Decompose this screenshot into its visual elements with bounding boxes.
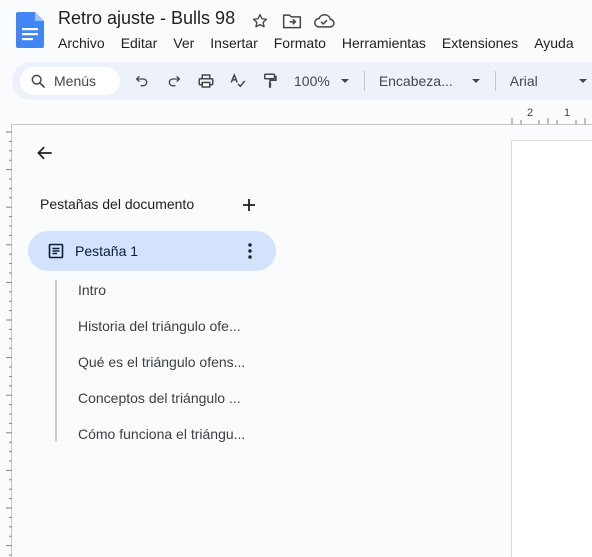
tabs-panel-heading: Pestañas del documento — [40, 196, 195, 212]
paint-format-icon — [264, 73, 277, 88]
paragraph-style-select[interactable]: Encabeza... — [371, 67, 489, 95]
outline-item[interactable]: Conceptos del triángulo ... — [78, 388, 245, 424]
undo-button[interactable] — [126, 67, 158, 95]
toolbar: Menús 100% Encabeza... Arial — [12, 62, 592, 100]
document-page[interactable] — [511, 140, 592, 557]
search-label: Menús — [54, 73, 97, 89]
menu-herramientas[interactable]: Herramientas — [334, 33, 434, 53]
document-outline: Intro Historia del triángulo ofe... Qué … — [78, 280, 245, 460]
add-tab-button[interactable] — [238, 194, 260, 216]
star-icon[interactable] — [248, 10, 272, 32]
move-folder-icon[interactable] — [280, 10, 304, 32]
toolbar-divider — [494, 71, 496, 91]
google-docs-window: Retro ajuste - Bulls 98 Archivo Editar V… — [0, 0, 592, 557]
redo-button[interactable] — [158, 67, 190, 95]
plus-icon — [243, 199, 255, 211]
cloud-saved-icon[interactable] — [312, 10, 336, 32]
font-value: Arial — [509, 73, 538, 89]
outline-item[interactable]: Qué es el triángulo ofens... — [78, 352, 245, 388]
back-button[interactable] — [31, 139, 59, 167]
spellcheck-button[interactable] — [222, 67, 254, 95]
menu-ver[interactable]: Ver — [165, 33, 202, 53]
print-icon — [198, 74, 214, 88]
outline-item[interactable]: Historia del triángulo ofe... — [78, 316, 245, 352]
outline-guide — [55, 280, 57, 441]
more-vert-icon[interactable] — [240, 241, 260, 261]
tab-pestana-1[interactable]: Pestaña 1 — [28, 231, 276, 271]
ruler-label: 2 — [527, 107, 534, 119]
menu-bar: Archivo Editar Ver Insertar Formato Herr… — [50, 33, 582, 53]
ruler-label: 1 — [564, 107, 571, 119]
undo-icon — [135, 75, 148, 87]
chevron-down-icon — [471, 79, 480, 83]
spellcheck-icon — [230, 72, 246, 88]
outline-item[interactable]: Cómo funciona el triángu... — [78, 424, 245, 460]
menu-insertar[interactable]: Insertar — [202, 33, 265, 53]
outline-item[interactable]: Intro — [78, 280, 245, 316]
menu-search[interactable]: Menús — [20, 67, 120, 95]
menu-formato[interactable]: Formato — [266, 33, 334, 53]
docs-logo-icon[interactable] — [16, 12, 44, 48]
vertical-ruler[interactable] — [0, 126, 12, 557]
zoom-value: 100% — [294, 73, 330, 89]
arrow-back-icon — [37, 146, 52, 160]
paragraph-style-value: Encabeza... — [378, 73, 453, 89]
menu-ayuda[interactable]: Ayuda — [526, 33, 581, 53]
print-button[interactable] — [190, 67, 222, 95]
toolbar-divider — [363, 71, 365, 91]
redo-icon — [168, 75, 181, 87]
chevron-down-icon — [578, 79, 587, 83]
menu-editar[interactable]: Editar — [113, 33, 166, 53]
horizontal-ruler[interactable]: 2 1 — [510, 107, 592, 124]
document-title[interactable]: Retro ajuste - Bulls 98 — [58, 8, 235, 29]
font-select[interactable]: Arial — [502, 67, 592, 95]
chevron-down-icon — [340, 79, 349, 83]
menu-extensiones[interactable]: Extensiones — [434, 33, 526, 53]
menu-archivo[interactable]: Archivo — [50, 33, 113, 53]
zoom-select[interactable]: 100% — [286, 67, 358, 95]
paint-format-button[interactable] — [254, 67, 286, 95]
tab-label: Pestaña 1 — [75, 243, 139, 259]
document-tab-icon — [47, 242, 65, 260]
search-icon — [31, 74, 45, 88]
